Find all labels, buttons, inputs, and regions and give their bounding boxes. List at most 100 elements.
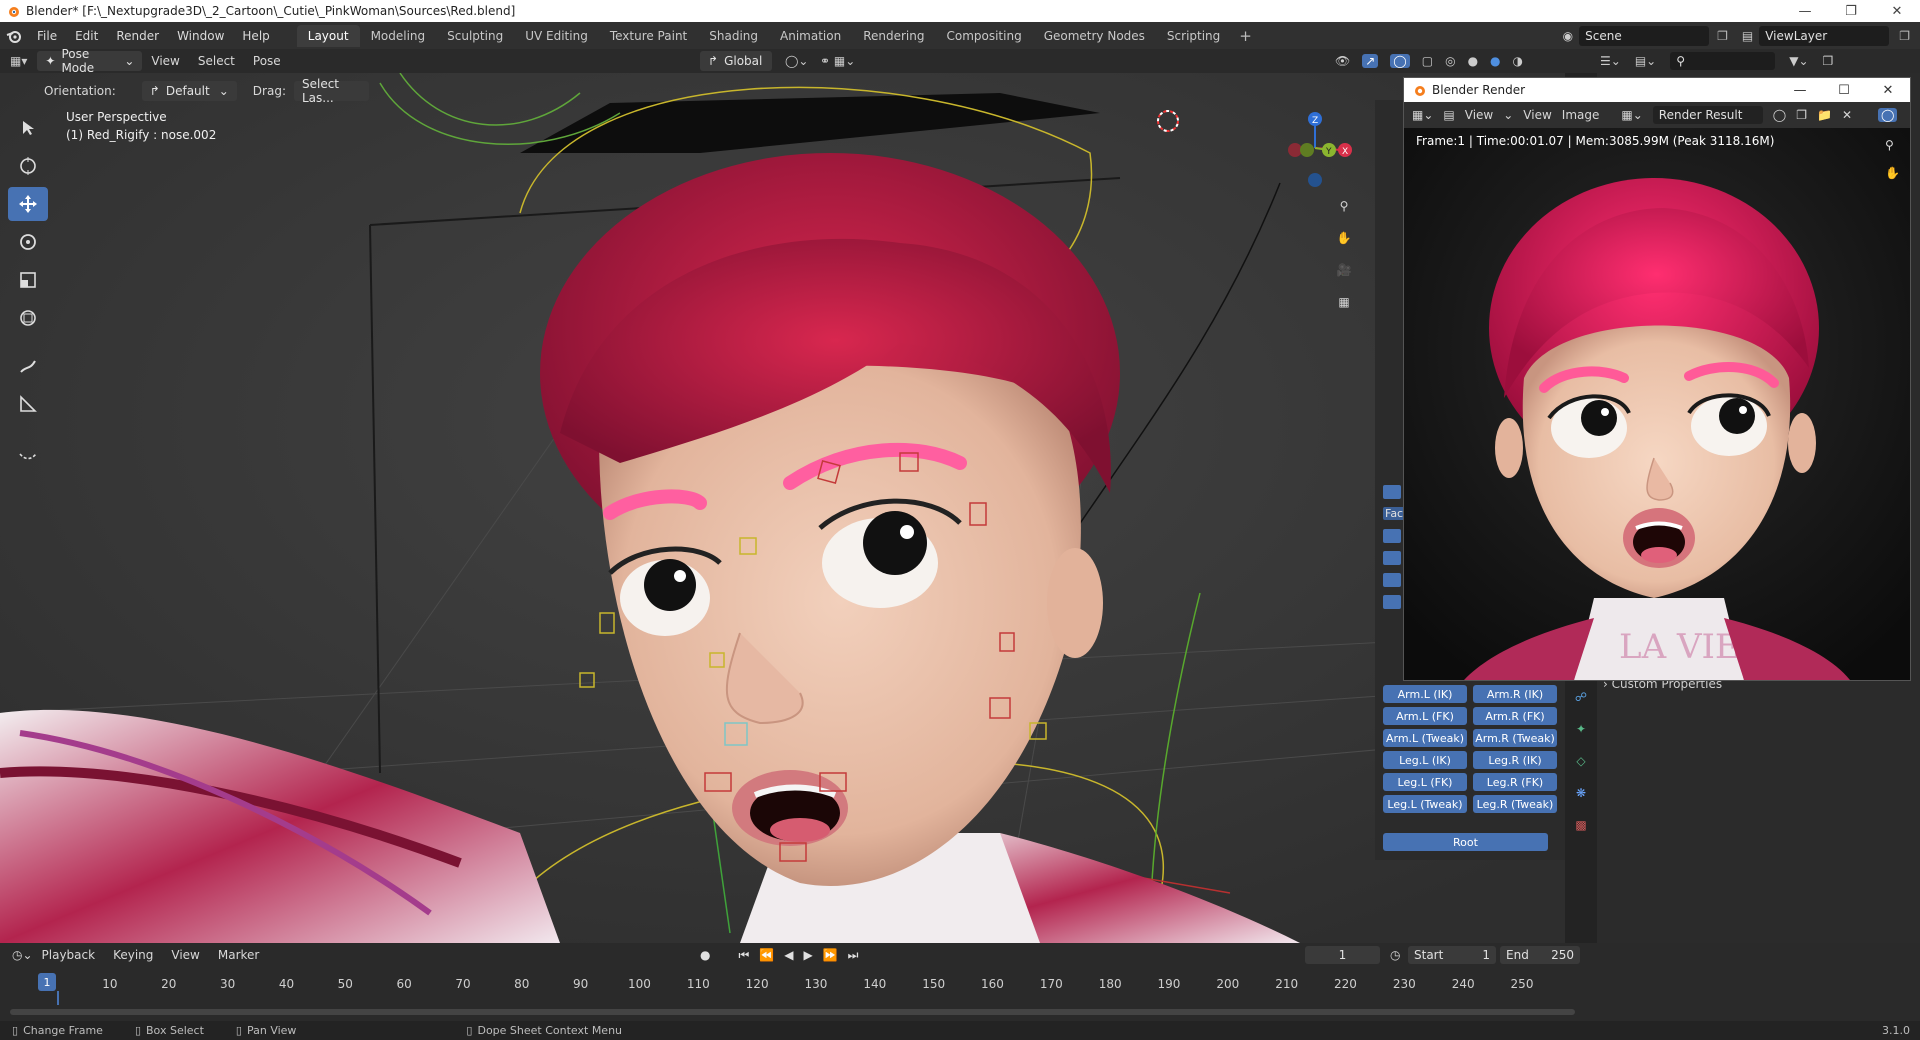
tab-uv-editing[interactable]: UV Editing [514,25,599,47]
xray-icon[interactable]: ▢ [1422,54,1433,68]
record-icon[interactable]: ● [700,948,710,962]
navigation-gizmo[interactable]: Z X Y [1275,108,1355,188]
drag-dropdown[interactable]: Select Las... [293,77,369,105]
rendered-shading-icon[interactable]: ◑ [1513,54,1523,68]
scene-field[interactable]: Scene [1579,25,1710,46]
image-browse-icon[interactable]: ▦⌄ [1621,108,1642,122]
menu-keying[interactable]: Keying [104,948,162,962]
rig-button-arm-r-fk[interactable]: Arm.R (FK) [1473,707,1557,725]
menu-pose[interactable]: Pose [244,54,290,68]
tab-shading[interactable]: Shading [698,25,769,47]
measure-tool-icon[interactable] [8,387,48,421]
menu-select[interactable]: Select [189,54,244,68]
new-collection-icon[interactable]: ❐ [1823,54,1834,68]
menu-edit[interactable]: Edit [66,29,107,43]
gizmo-icon[interactable]: ↗ [1362,54,1379,68]
pan-hand-icon[interactable]: ✋ [1330,225,1358,251]
close-icon[interactable]: ✕ [1866,83,1910,98]
outliner-filter-icon[interactable]: ☰⌄ [1600,54,1621,68]
unlink-icon[interactable]: ✕ [1842,108,1852,122]
ortho-grid-icon[interactable]: ▦ [1330,289,1358,315]
pivot-icon[interactable]: ◯⌄ [785,54,808,68]
rig-button-leg-r-ik[interactable]: Leg.R (IK) [1473,751,1557,769]
menu-render[interactable]: Render [107,29,168,43]
display-mode-icon[interactable]: ▤⌄ [1635,54,1656,68]
new-viewlayer-icon[interactable]: ❐ [1899,29,1910,43]
annotate-tool-icon[interactable] [8,349,48,383]
menu-view[interactable]: View [162,948,208,962]
camera-view-icon[interactable]: 🎥 [1330,257,1358,283]
constraint-tab-icon[interactable]: ☍ [1565,683,1597,711]
tool-orientation-dropdown[interactable]: ↱ Default ⌄ [141,81,237,101]
rig-button-arm-r-ik[interactable]: Arm.R (IK) [1473,685,1557,703]
visibility-icon[interactable]: 👁 [1335,54,1350,68]
bone-tab-icon[interactable]: ✦ [1565,715,1597,743]
image-name-field[interactable]: Render Result [1652,106,1763,124]
image-mode-icon[interactable]: ▤ [1443,108,1454,122]
3d-viewport[interactable]: Orientation: ↱ Default ⌄ Drag: Select La… [0,73,1565,943]
play-reverse-icon[interactable]: ◀ [784,948,793,962]
menu-marker[interactable]: Marker [209,948,268,962]
rig-button-arm-l-ik[interactable]: Arm.L (IK) [1383,685,1467,703]
layer-toggle[interactable] [1383,529,1401,543]
rig-button-leg-l-ik[interactable]: Leg.L (IK) [1383,751,1467,769]
menu-playback[interactable]: Playback [33,948,105,962]
editor-type-icon[interactable]: ▦⌄ [1412,108,1433,122]
rig-button-arm-l-fk[interactable]: Arm.L (FK) [1383,707,1467,725]
mode-dropdown[interactable]: ✦ Pose Mode ⌄ [37,47,143,75]
viewlayer-field[interactable]: ViewLayer [1759,25,1890,46]
tab-texture-paint[interactable]: Texture Paint [599,25,698,47]
layer-toggle[interactable] [1383,595,1401,609]
layer-toggle[interactable] [1383,573,1401,587]
maximize-icon[interactable]: ☐ [1822,83,1866,98]
texture-tab-icon[interactable]: ▩ [1565,811,1597,839]
current-frame-field[interactable]: 1 [1305,946,1380,964]
orientation-dropdown[interactable]: ↱ Global [700,51,772,71]
menu-image[interactable]: Image [1562,108,1600,122]
scale-tool-icon[interactable] [8,263,48,297]
tab-scripting[interactable]: Scripting [1156,25,1231,47]
close-icon[interactable]: ✕ [1874,0,1920,22]
bone-data-tab-icon[interactable]: ◇ [1565,747,1597,775]
playhead[interactable]: 1 [38,973,56,991]
filter-icon[interactable]: ▼⌄ [1789,54,1808,68]
zoom-icon[interactable]: ⚲ [1330,193,1358,219]
rig-button-leg-r-fk[interactable]: Leg.R (FK) [1473,773,1557,791]
timeline-ruler[interactable]: 1102030405060708090100110120130140150160… [0,973,1585,995]
minimize-icon[interactable]: — [1782,0,1828,22]
zoom-icon[interactable]: ⚲ [1885,138,1900,152]
layer-toggle[interactable] [1383,551,1401,565]
menu-view-dropdown[interactable]: View [1465,108,1493,122]
start-frame-field[interactable]: Start 1 [1408,946,1496,964]
rig-button-leg-r-tweak[interactable]: Leg.R (Tweak) [1473,795,1557,813]
menu-view[interactable]: View [142,54,188,68]
menu-view[interactable]: View [1523,108,1551,122]
minimize-icon[interactable]: — [1778,83,1822,98]
rig-button-root[interactable]: Root [1383,833,1548,851]
timeline-scrollbar[interactable] [10,1009,1575,1015]
curve-tool-icon[interactable] [8,435,48,469]
play-icon[interactable]: ▶ [803,948,812,962]
rig-button-leg-l-tweak[interactable]: Leg.L (Tweak) [1383,795,1467,813]
wireframe-shading-icon[interactable]: ◎ [1445,54,1455,68]
add-workspace-icon[interactable]: + [1231,27,1260,45]
tab-modeling[interactable]: Modeling [360,25,437,47]
new-scene-icon[interactable]: ❐ [1717,29,1728,43]
viewlayer-icon[interactable]: ▤ [1742,29,1753,43]
rig-button-arm-r-tweak[interactable]: Arm.R (Tweak) [1473,729,1557,747]
outliner-search-input[interactable]: ⚲ [1670,52,1776,70]
material-shading-icon[interactable]: ● [1490,54,1500,68]
tab-geometry-nodes[interactable]: Geometry Nodes [1033,25,1156,47]
tab-compositing[interactable]: Compositing [935,25,1032,47]
menu-window[interactable]: Window [168,29,233,43]
rig-button-arm-l-tweak[interactable]: Arm.L (Tweak) [1383,729,1467,747]
tab-layout[interactable]: Layout [296,24,360,47]
clock-editor-icon[interactable]: ◷⌄ [12,948,33,962]
fake-user-icon[interactable]: ◯ [1773,108,1786,122]
prev-keyframe-icon[interactable]: ⏪ [759,948,774,962]
transform-tool-icon[interactable] [8,301,48,335]
render-result-area[interactable]: Frame:1 | Time:00:01.07 | Mem:3085.99M (… [1404,128,1910,680]
next-keyframe-icon[interactable]: ⏩ [823,948,838,962]
rotate-tool-icon[interactable] [8,225,48,259]
face-layer-button[interactable]: Fac [1383,507,1406,520]
